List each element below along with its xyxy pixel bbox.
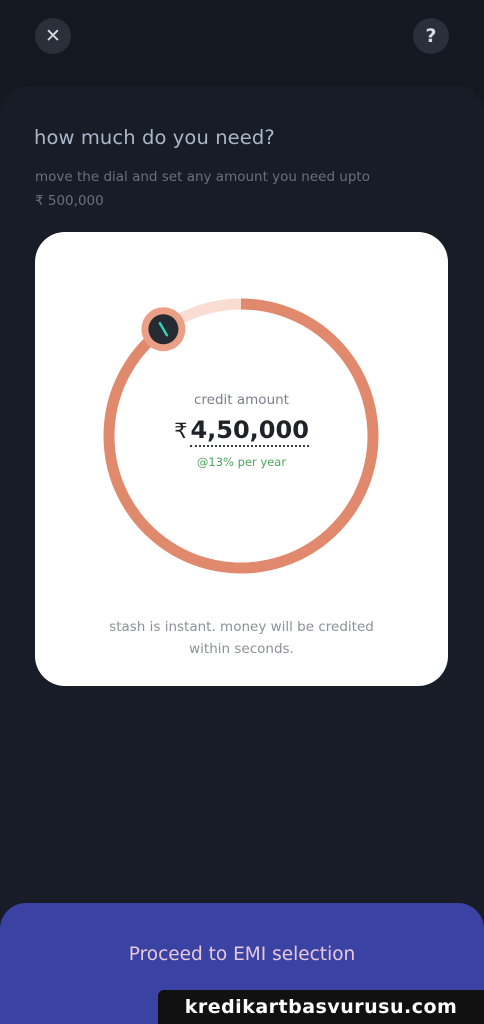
amount-card: credit amount ₹ 4,50,000 @13% per year s… xyxy=(35,232,448,686)
proceed-button-label: Proceed to EMI selection xyxy=(128,944,356,965)
help-button[interactable]: ? xyxy=(413,18,449,54)
watermark-text: kredikartbasvurusu.com xyxy=(158,990,484,1024)
subtitle-line-1: move the dial and set any amount you nee… xyxy=(35,169,370,185)
help-icon: ? xyxy=(425,25,437,47)
note-line-1: stash is instant. money will be credited xyxy=(109,619,374,635)
close-button[interactable]: ✕ xyxy=(35,18,71,54)
dial-readout: credit amount ₹ 4,50,000 @13% per year xyxy=(135,392,348,469)
credit-amount-label: credit amount xyxy=(194,392,289,408)
close-icon: ✕ xyxy=(45,25,61,47)
credit-amount-value[interactable]: 4,50,000 xyxy=(190,416,309,447)
note-line-2: within seconds. xyxy=(189,641,294,657)
page-title: how much do you need? xyxy=(34,126,275,149)
rupee-icon: ₹ xyxy=(174,419,188,443)
interest-rate: @13% per year xyxy=(196,455,287,469)
instant-credit-note: stash is instant. money will be credited… xyxy=(75,616,408,660)
dial-handle[interactable] xyxy=(141,307,186,352)
subtitle-max-amount: ₹ 500,000 xyxy=(35,193,104,209)
amount-row[interactable]: ₹ 4,50,000 xyxy=(174,416,309,447)
page-subtitle: move the dial and set any amount you nee… xyxy=(35,165,415,213)
